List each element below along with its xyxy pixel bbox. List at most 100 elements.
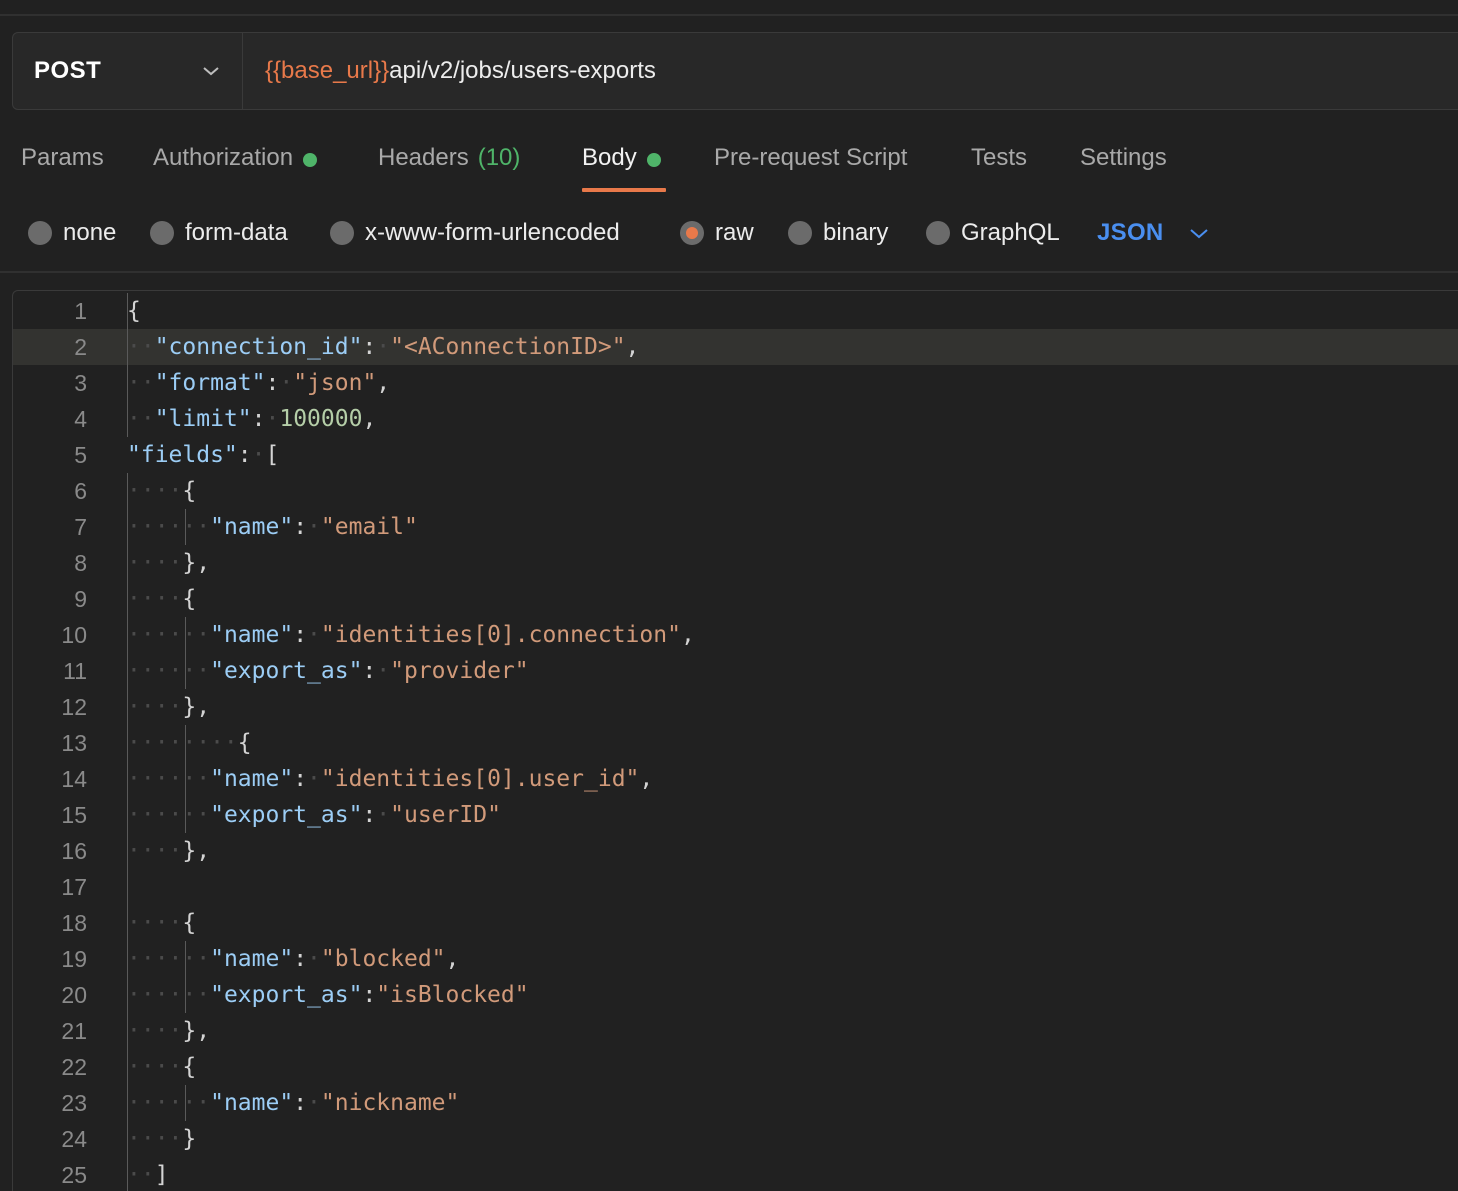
- code-line[interactable]: 14 ······"name":·"identities[0].user_id",: [13, 761, 1458, 797]
- code-line[interactable]: 6 ····{: [13, 473, 1458, 509]
- code-text: ······"name":·"blocked",: [127, 946, 460, 972]
- url-input[interactable]: {{base_url}}api/v2/jobs/users-exports: [243, 57, 656, 85]
- code-line[interactable]: 16 ····},: [13, 833, 1458, 869]
- tab-settings[interactable]: Settings: [1080, 130, 1167, 192]
- method-select[interactable]: POST: [13, 33, 243, 109]
- radio-label: raw: [715, 219, 754, 246]
- body-type-selector: none form-data x-www-form-urlencoded raw…: [0, 208, 1458, 258]
- code-text: ····}: [127, 1126, 197, 1152]
- indent-guide: [185, 941, 186, 1013]
- code-text: ··]: [127, 1162, 169, 1188]
- code-line[interactable]: 17: [13, 869, 1458, 905]
- code-line[interactable]: 19 ······"name":·"blocked",: [13, 941, 1458, 977]
- line-number: 18: [61, 909, 87, 936]
- request-url-bar: POST {{base_url}}api/v2/jobs/users-expor…: [12, 32, 1458, 110]
- line-number: 14: [61, 765, 87, 792]
- code-line[interactable]: 7 ······"name":·"email": [13, 509, 1458, 545]
- radio-circle-icon: [150, 221, 174, 245]
- radio-label: x-www-form-urlencoded: [365, 219, 620, 246]
- code-line[interactable]: 24 ····}: [13, 1121, 1458, 1157]
- code-text: ······"export_as":·"userID": [127, 802, 501, 828]
- code-text: ····{: [127, 478, 197, 504]
- url-variable: {{base_url}}: [265, 57, 390, 84]
- line-number: 8: [74, 549, 87, 576]
- code-line[interactable]: 12 ····},: [13, 689, 1458, 725]
- radio-circle-icon: [28, 221, 52, 245]
- code-line[interactable]: 21 ····},: [13, 1013, 1458, 1049]
- language-select[interactable]: JSON: [1097, 208, 1210, 258]
- code-line[interactable]: 23 ······"name":·"nickname": [13, 1085, 1458, 1121]
- code-text: ······"export_as":"isBlocked": [127, 982, 529, 1008]
- code-text: ····{: [127, 1054, 197, 1080]
- code-line[interactable]: 18 ····{: [13, 905, 1458, 941]
- code-text: ····},: [127, 838, 211, 864]
- radio-circle-icon: [926, 221, 950, 245]
- line-number: 25: [61, 1161, 87, 1188]
- code-line[interactable]: 2 ··"connection_id":·"<AConnectionID>",: [13, 329, 1458, 365]
- code-line[interactable]: 10 ······"name":·"identities[0].connectio…: [13, 617, 1458, 653]
- line-number: 11: [63, 657, 87, 684]
- code-line[interactable]: 20 ······"export_as":"isBlocked": [13, 977, 1458, 1013]
- indent-guide: [127, 473, 128, 1191]
- tab-params[interactable]: Params: [21, 130, 104, 192]
- line-number: 23: [61, 1089, 87, 1116]
- tab-headers[interactable]: Headers (10): [378, 130, 520, 192]
- method-label: POST: [34, 57, 102, 84]
- section-divider: [0, 271, 1458, 273]
- code-line[interactable]: 8 ····},: [13, 545, 1458, 581]
- line-number: 3: [74, 369, 87, 396]
- code-line[interactable]: 11 ······"export_as":·"provider": [13, 653, 1458, 689]
- tab-label: Pre-request Script: [714, 144, 908, 171]
- radio-label: none: [63, 219, 117, 246]
- code-text: ··"connection_id":·"<AConnectionID>",: [127, 334, 640, 360]
- line-number: 19: [61, 945, 87, 972]
- tab-tests[interactable]: Tests: [971, 130, 1027, 192]
- code-line[interactable]: 3 ··"format":·"json",: [13, 365, 1458, 401]
- line-number: 24: [61, 1125, 87, 1152]
- code-editor[interactable]: 1{2 ··"connection_id":·"<AConnectionID>",…: [12, 290, 1458, 1191]
- top-divider: [0, 14, 1458, 16]
- line-number: 9: [74, 585, 87, 612]
- radio-label: GraphQL: [961, 219, 1060, 246]
- tab-pre-request-script[interactable]: Pre-request Script: [714, 130, 907, 192]
- tab-authorization[interactable]: Authorization: [153, 130, 318, 192]
- radio-label: form-data: [185, 219, 288, 246]
- code-text: ······"name":·"email": [127, 514, 418, 540]
- code-text: ····},: [127, 550, 211, 576]
- code-text: ······"name":·"nickname": [127, 1090, 460, 1116]
- line-number: 10: [61, 621, 87, 648]
- tab-body[interactable]: Body: [582, 130, 666, 192]
- tab-label: Authorization: [153, 144, 294, 171]
- radio-raw[interactable]: raw: [680, 208, 754, 258]
- code-line[interactable]: 15 ······"export_as":·"userID": [13, 797, 1458, 833]
- indent-guide: [185, 1085, 186, 1121]
- radio-x-www-form-urlencoded[interactable]: x-www-form-urlencoded: [330, 208, 620, 258]
- line-number: 5: [74, 441, 87, 468]
- radio-label: binary: [823, 219, 889, 246]
- code-line[interactable]: 25 ··]: [13, 1157, 1458, 1191]
- line-number: 17: [61, 873, 87, 900]
- line-number: 4: [74, 405, 87, 432]
- code-text: {: [127, 298, 141, 324]
- code-line[interactable]: 1{: [13, 293, 1458, 329]
- radio-form-data[interactable]: form-data: [150, 208, 288, 258]
- active-tab-underline: [582, 188, 666, 192]
- line-number: 15: [61, 801, 87, 828]
- indent-guide: [185, 509, 186, 545]
- code-text: ··"format":·"json",: [127, 370, 391, 396]
- radio-graphql[interactable]: GraphQL: [926, 208, 1060, 258]
- indent-guide: [185, 617, 186, 689]
- code-text: ··"limit":·100000,: [127, 406, 377, 432]
- code-line[interactable]: 9 ····{: [13, 581, 1458, 617]
- radio-none[interactable]: none: [28, 208, 116, 258]
- code-line[interactable]: 13 ········{: [13, 725, 1458, 761]
- code-text: ····{: [127, 910, 197, 936]
- chevron-down-icon[interactable]: [200, 60, 222, 82]
- code-line[interactable]: 22 ····{: [13, 1049, 1458, 1085]
- code-line[interactable]: 5 "fields":·[: [13, 437, 1458, 473]
- radio-binary[interactable]: binary: [788, 208, 888, 258]
- code-line[interactable]: 4 ··"limit":·100000,: [13, 401, 1458, 437]
- tab-label: Params: [21, 144, 104, 171]
- line-number: 13: [61, 729, 87, 756]
- line-number: 6: [74, 477, 87, 504]
